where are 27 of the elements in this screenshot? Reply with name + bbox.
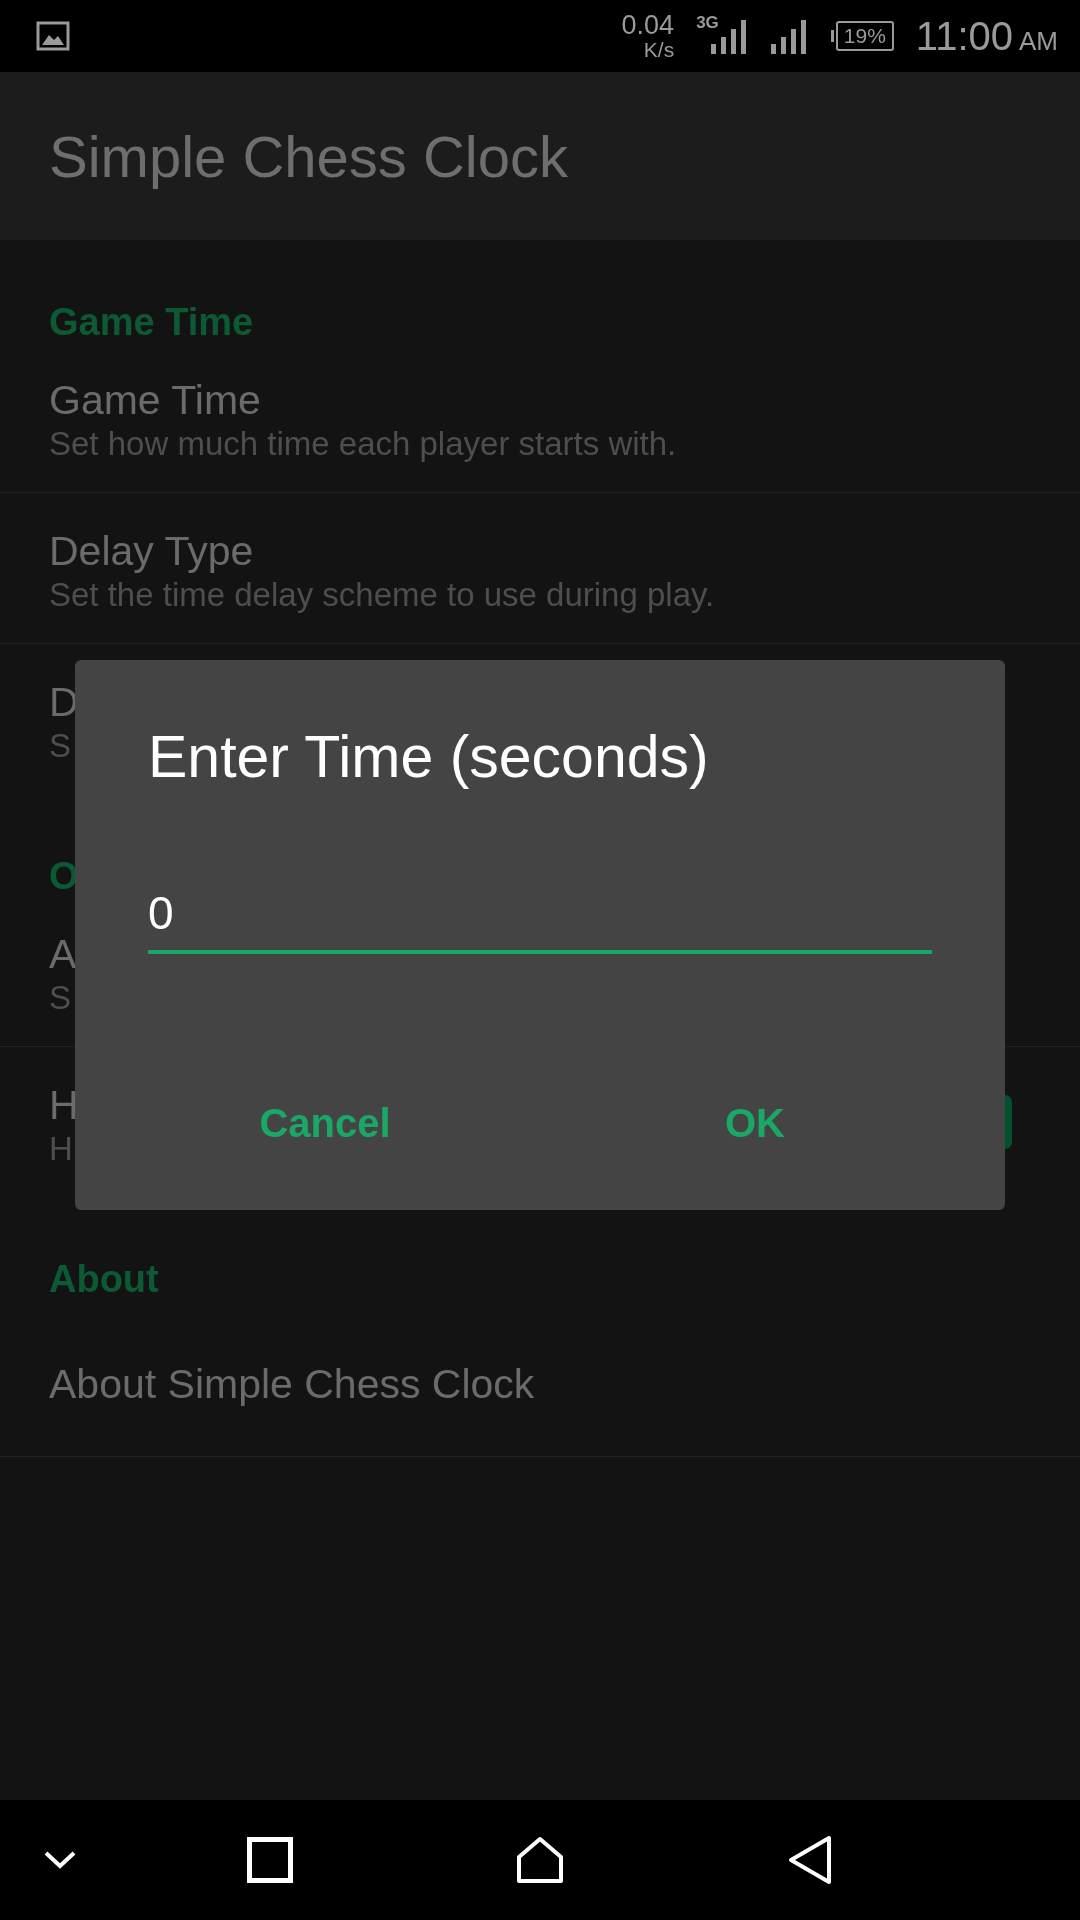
setting-title[interactable]: About Simple Chess Clock xyxy=(49,1359,535,1409)
signal-icon xyxy=(770,18,809,54)
setting-description: S xyxy=(49,979,71,1017)
chevron-down-icon[interactable] xyxy=(43,1850,77,1870)
section-header: About xyxy=(48,1257,160,1299)
home-icon[interactable] xyxy=(516,1836,564,1884)
back-icon[interactable] xyxy=(788,1835,832,1885)
network-speed: 0.04 xyxy=(621,12,675,39)
clock-suffix: AM xyxy=(1019,25,1058,57)
image-icon xyxy=(36,21,70,51)
setting-description: Set how much time each player starts with. xyxy=(49,425,677,463)
setting-description: H xyxy=(49,1130,73,1168)
dialog-button[interactable]: OK xyxy=(605,1083,905,1163)
network-type: 3G xyxy=(696,14,719,31)
dialog-button[interactable]: Cancel xyxy=(175,1083,475,1163)
setting-title[interactable]: Game Time xyxy=(49,375,261,425)
recent-apps-icon[interactable] xyxy=(247,1837,293,1883)
setting-description: Set the time delay scheme to use during play. xyxy=(49,576,715,614)
section-header: Game Time xyxy=(48,300,255,342)
setting-description: S xyxy=(49,727,71,765)
input-field[interactable]: 0 xyxy=(148,883,932,954)
network-unit: K/s xyxy=(643,39,675,60)
dialog-title: Enter Time (seconds) xyxy=(148,723,710,792)
setting-title[interactable]: A xyxy=(49,929,77,979)
setting-title[interactable]: Delay Type xyxy=(49,526,254,576)
app-title: Simple Chess Clock xyxy=(49,122,568,190)
clock-time: 11:00 xyxy=(915,13,1013,59)
